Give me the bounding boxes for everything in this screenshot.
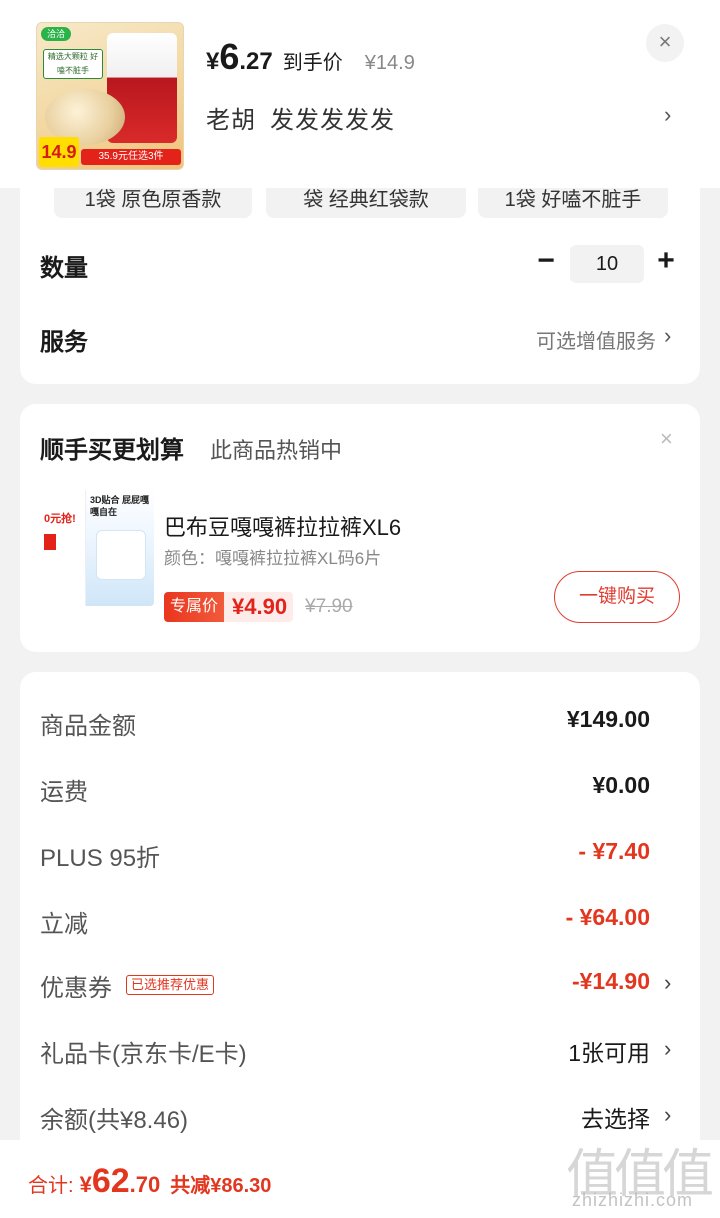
spec-value: 发发发发发: [270, 107, 395, 134]
quantity-label: 数量: [40, 255, 88, 282]
total-integer: 62: [91, 1162, 130, 1200]
thumb-red-mark: [44, 534, 56, 550]
summary-row-balance[interactable]: 余额(共¥8.46) 去选择 ›: [20, 1096, 700, 1136]
thumb-feature-tag: 精选大颗粒 好嗑不脏手: [43, 49, 103, 79]
service-label: 服务: [40, 329, 88, 356]
thumb-price-tag: 14.9: [39, 137, 79, 167]
close-icon[interactable]: ×: [660, 426, 673, 452]
summary-value: - ¥64.00: [565, 904, 650, 930]
close-icon[interactable]: ×: [646, 24, 684, 62]
summary-row-gift-card[interactable]: 礼品卡(京东卡/E卡) 1张可用 ›: [20, 1030, 700, 1070]
total-symbol: ¥: [79, 1172, 92, 1197]
summary-label: 优惠券: [40, 975, 112, 1002]
summary-value: - ¥7.40: [578, 838, 650, 864]
total-decimal: .70: [129, 1172, 161, 1197]
summary-label: 立减: [40, 911, 88, 938]
thumb-panel-left: 0元抢!: [42, 490, 86, 606]
order-summary-card: 商品金额 ¥149.00 运费 ¥0.00 PLUS 95折 - ¥7.40 立…: [20, 672, 700, 1142]
upsell-product-thumbnail[interactable]: 0元抢! 3D贴合 屁屁嘎嘎自在: [42, 490, 154, 606]
price-symbol: ¥: [206, 48, 220, 75]
summary-value: ¥149.00: [566, 706, 650, 732]
upsell-original-price: ¥7.90: [305, 596, 353, 617]
quantity-minus-button[interactable]: −: [534, 246, 558, 278]
summary-row-goods-amount: 商品金额 ¥149.00: [20, 702, 700, 742]
upsell-subtitle: 此商品热销中: [210, 438, 343, 463]
upsell-price-value: ¥4.90: [224, 592, 294, 622]
quantity-plus-button[interactable]: +: [654, 246, 678, 278]
selected-spec[interactable]: 老胡 发发发发发: [206, 100, 395, 135]
service-value[interactable]: 可选增值服务: [536, 325, 656, 354]
thumb-promo-text: 0元抢!: [44, 510, 84, 528]
coupon-recommended-tag: 已选推荐优惠: [126, 975, 215, 995]
summary-label: 运费: [40, 779, 88, 806]
total-saved: 共减¥86.30: [170, 1175, 272, 1197]
chevron-right-icon[interactable]: ›: [664, 970, 671, 996]
final-price: ¥ 6 .27 到手价 ¥14.9: [206, 36, 415, 77]
chevron-right-icon[interactable]: ›: [664, 323, 671, 349]
summary-label: 余额(共¥8.46): [40, 1107, 189, 1134]
order-total: 合计: ¥ 62 .70 共减¥86.30: [28, 1162, 271, 1201]
summary-label: PLUS 95折: [40, 845, 161, 872]
spec-name: 老胡: [206, 107, 256, 134]
watermark-text: zhizhizhi.com: [572, 1190, 694, 1210]
price-integer: 6: [219, 36, 240, 77]
option-chip[interactable]: 1袋 好嗑不脏手: [478, 188, 668, 218]
thumb-package-image: [96, 530, 146, 580]
thumb-slogan: 3D贴合 屁屁嘎嘎自在: [90, 495, 150, 517]
product-header: 洽洽 精选大颗粒 好嗑不脏手 14.9 35.9元任选3件 ¥ 6 .27 到手…: [0, 0, 720, 188]
summary-value: 1张可用: [568, 1040, 650, 1066]
upsell-product-variant: 颜色：嘎嘎裤拉拉裤XL码6片: [164, 549, 382, 568]
upsell-price: 专属价 ¥4.90 ¥7.90: [164, 592, 353, 622]
summary-value: 去选择: [581, 1106, 650, 1132]
summary-row-shipping: 运费 ¥0.00: [20, 768, 700, 808]
thumb-panel-right: 3D贴合 屁屁嘎嘎自在: [86, 490, 154, 606]
chevron-right-icon[interactable]: ›: [664, 1102, 671, 1128]
total-label: 合计:: [28, 1175, 74, 1197]
thumb-brand-badge: 洽洽: [41, 27, 71, 41]
exclusive-price-badge: 专属价: [164, 592, 225, 622]
summary-value: -¥14.90: [571, 968, 650, 994]
upsell-product-name[interactable]: 巴布豆嘎嘎裤拉拉裤XL6: [164, 510, 401, 542]
summary-label: 商品金额: [40, 713, 136, 740]
option-chip[interactable]: 袋 经典红袋款: [266, 188, 466, 218]
summary-label: 礼品卡(京东卡/E卡): [40, 1041, 247, 1068]
chevron-right-icon[interactable]: ›: [664, 102, 671, 128]
chevron-right-icon[interactable]: ›: [664, 1036, 671, 1062]
options-card: 1袋 原色原香款 袋 经典红袋款 1袋 好嗑不脏手 数量 − 10 + 服务 可…: [20, 188, 700, 384]
upsell-card: 顺手买更划算 此商品热销中 × 0元抢! 3D贴合 屁屁嘎嘎自在 巴布豆嘎嘎裤拉…: [20, 404, 700, 652]
upsell-title: 顺手买更划算: [40, 437, 184, 464]
option-chip[interactable]: 1袋 原色原香款: [54, 188, 252, 218]
summary-row-coupon[interactable]: 优惠券 已选推荐优惠 -¥14.90 ›: [20, 964, 700, 1004]
one-click-buy-button[interactable]: 一键购买: [554, 571, 680, 623]
site-watermark: 值 值 值 zhizhizhi.com: [566, 1132, 714, 1216]
price-decimal: .27: [239, 48, 273, 75]
summary-value: ¥0.00: [592, 772, 650, 798]
price-note: 到手价: [282, 52, 343, 74]
quantity-input[interactable]: 10: [570, 245, 644, 283]
original-price: ¥14.9: [364, 52, 415, 74]
summary-row-plus-discount: PLUS 95折 - ¥7.40: [20, 834, 700, 874]
summary-row-instant-discount: 立减 - ¥64.00: [20, 900, 700, 940]
thumb-deal-banner: 35.9元任选3件: [81, 149, 181, 165]
product-thumbnail[interactable]: 洽洽 精选大颗粒 好嗑不脏手 14.9 35.9元任选3件: [36, 22, 184, 170]
